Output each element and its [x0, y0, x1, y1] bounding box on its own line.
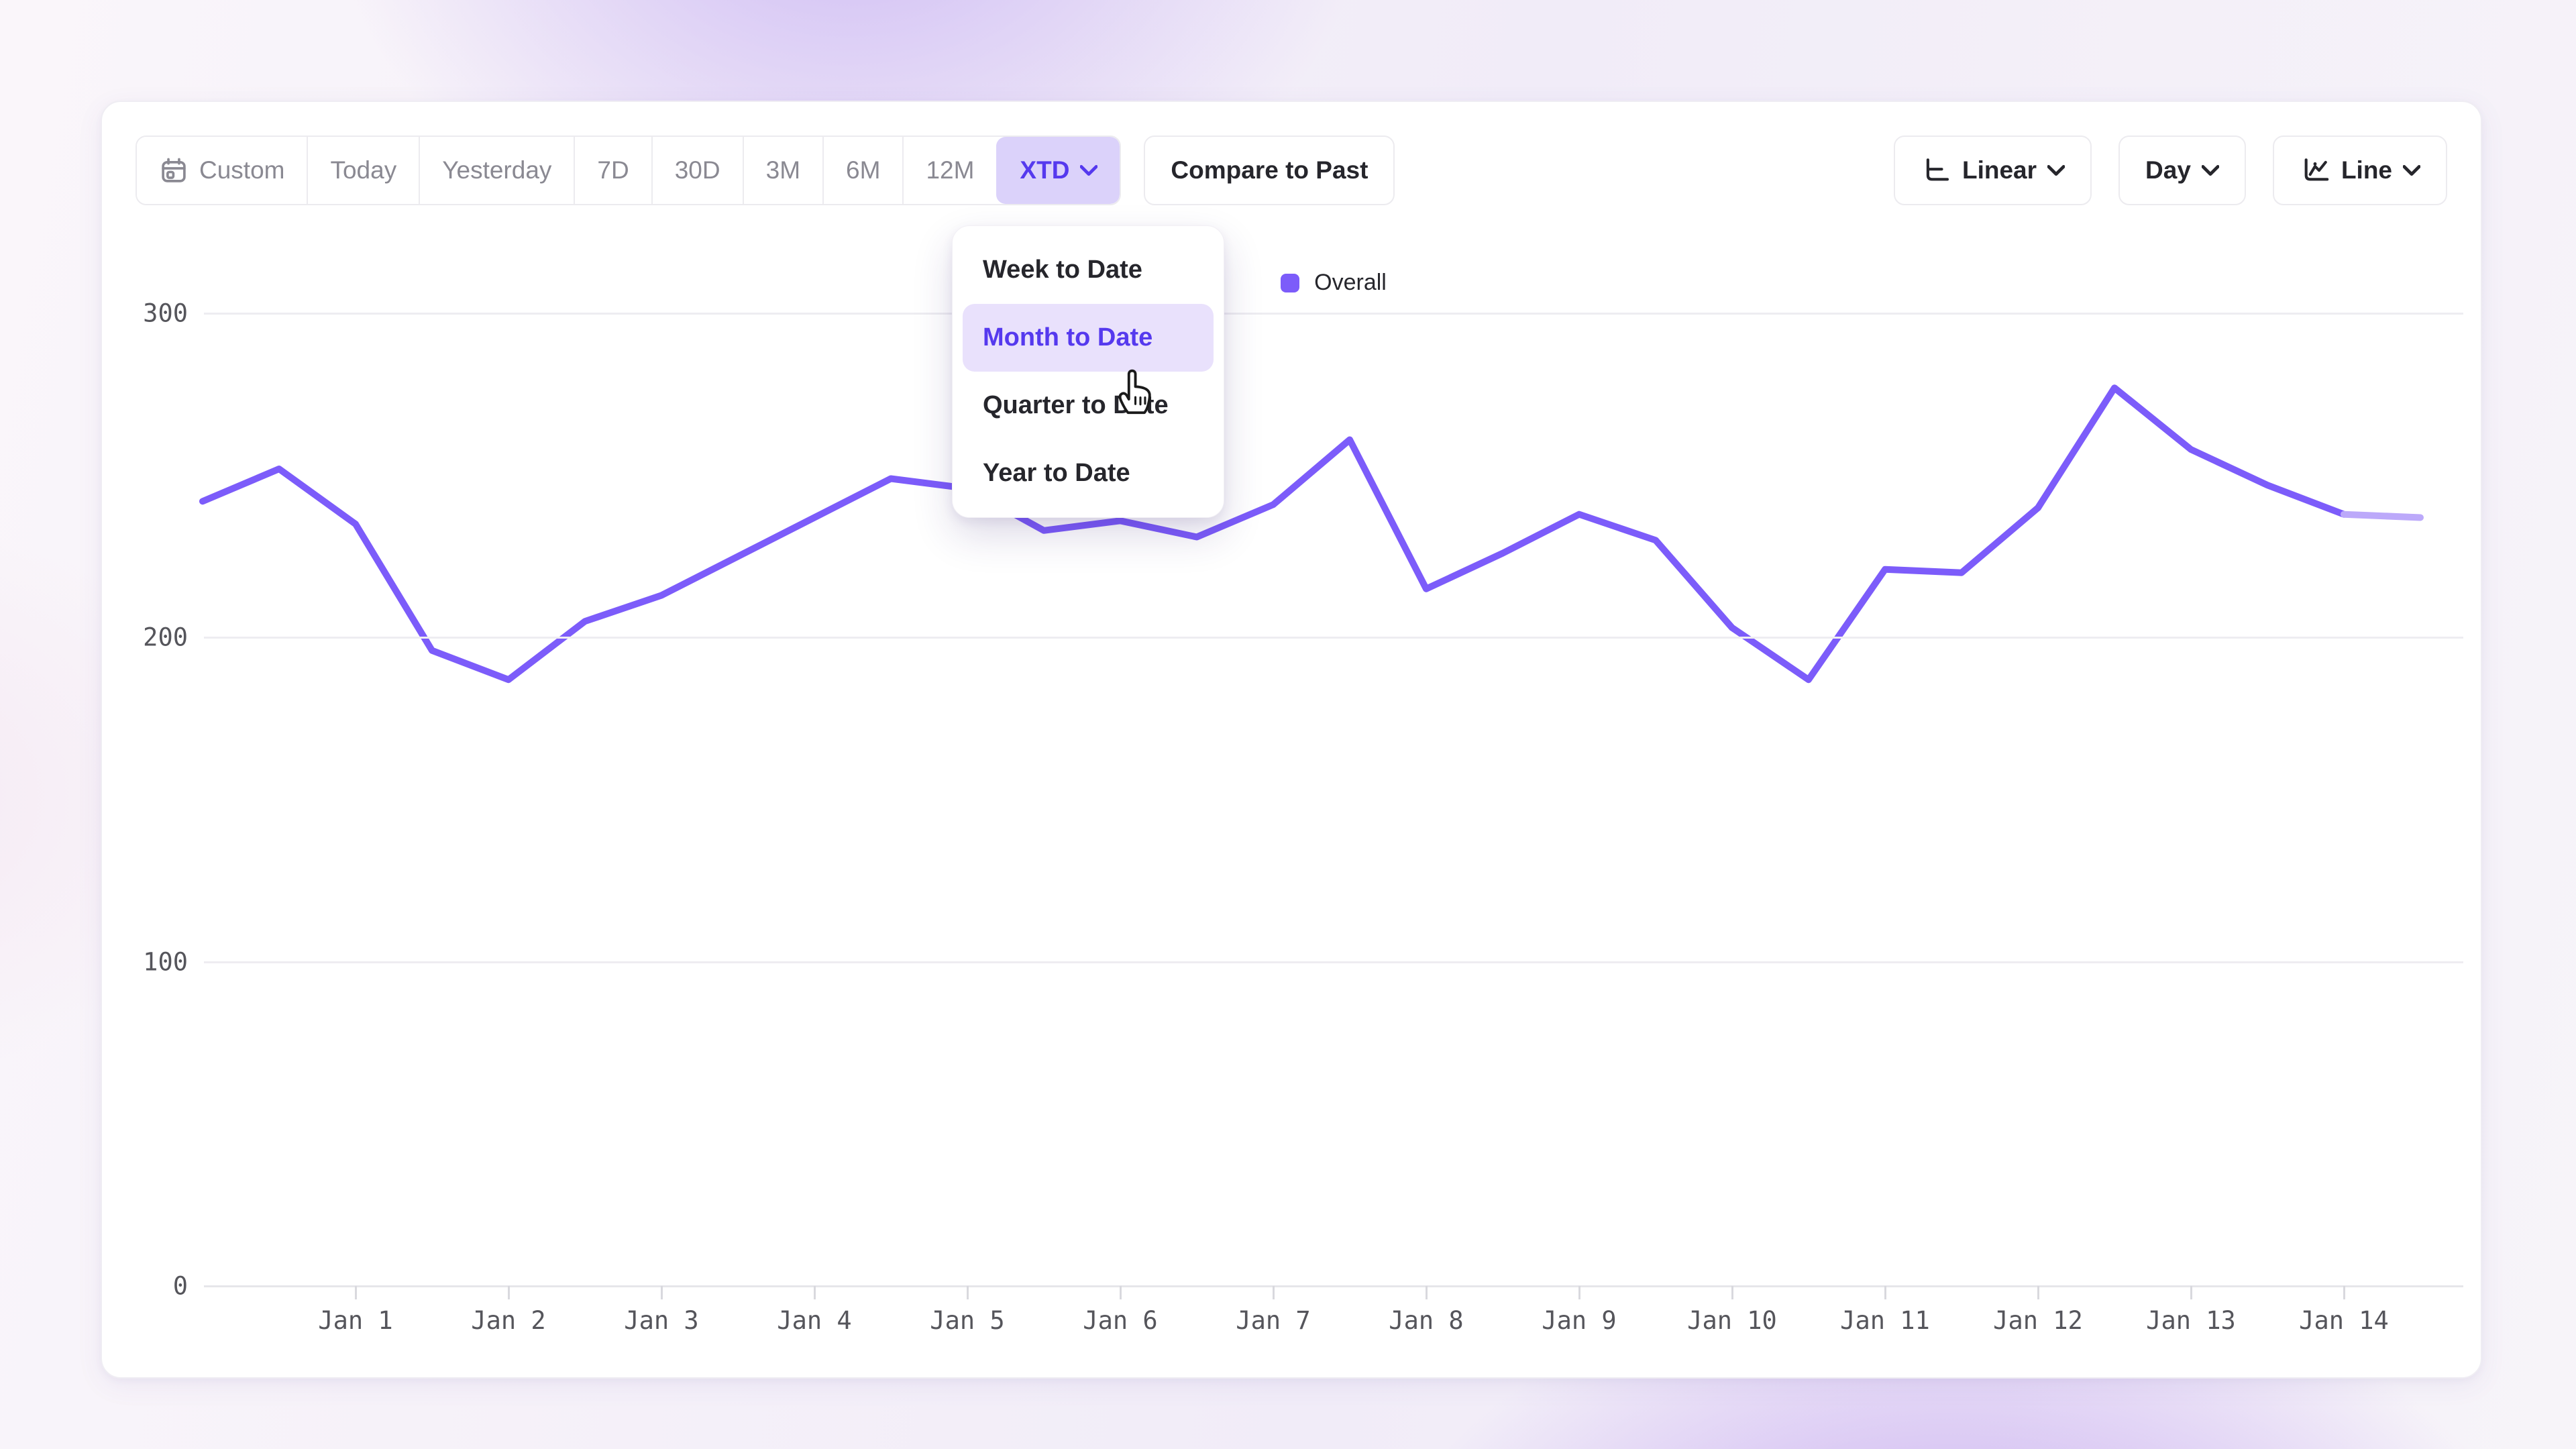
x-axis-tick-label: Jan 4 — [777, 1306, 851, 1335]
y-axis-tick-label: 100 — [102, 947, 188, 976]
x-axis-tick — [2037, 1286, 2039, 1299]
chart-type-select-button[interactable]: Line — [2273, 136, 2447, 205]
date-range-segmented-control: Custom Today Yesterday 7D 30D 3M 6M 12M … — [136, 136, 1121, 205]
x-axis-tick — [1426, 1286, 1428, 1299]
x-axis-tick-label: Jan 10 — [1687, 1306, 1777, 1335]
menu-item-year-to-date[interactable]: Year to Date — [963, 439, 1214, 507]
x-axis-tick-label: Jan 3 — [624, 1306, 698, 1335]
menu-item-week-to-date[interactable]: Week to Date — [963, 236, 1214, 304]
cursor-pointer-icon — [1114, 367, 1155, 415]
range-button-yesterday[interactable]: Yesterday — [419, 137, 574, 204]
compare-to-past-label: Compare to Past — [1171, 156, 1368, 184]
toolbar-gap — [2246, 136, 2273, 205]
range-button-7d[interactable]: 7D — [574, 137, 651, 204]
x-axis-tick-label: Jan 7 — [1236, 1306, 1310, 1335]
range-button-custom[interactable]: Custom — [137, 137, 307, 204]
range-label: Custom — [199, 156, 284, 184]
legend-label: Overall — [1314, 270, 1387, 296]
range-button-today[interactable]: Today — [307, 137, 419, 204]
menu-item-label: Week to Date — [983, 256, 1142, 284]
chevron-down-icon — [2202, 165, 2219, 176]
x-axis-tick-label: Jan 9 — [1542, 1306, 1616, 1335]
range-label: 12M — [926, 156, 974, 184]
x-axis-tick — [1731, 1286, 1733, 1299]
x-axis-tick — [967, 1286, 969, 1299]
x-axis-tick-label: Jan 12 — [1993, 1306, 2083, 1335]
y-gridline — [204, 1285, 2463, 1287]
range-label: Yesterday — [442, 156, 551, 184]
x-axis-tick-label: Jan 13 — [2146, 1306, 2236, 1335]
x-axis-tick-label: Jan 6 — [1083, 1306, 1157, 1335]
range-label: 3M — [766, 156, 800, 184]
calendar-icon — [159, 156, 189, 185]
x-axis-tick-label: Jan 14 — [2299, 1306, 2389, 1335]
x-axis-tick — [2343, 1286, 2345, 1299]
chevron-down-icon — [2047, 165, 2065, 176]
range-label: Today — [330, 156, 396, 184]
toolbar-spacer — [1395, 136, 1894, 205]
range-button-12m[interactable]: 12M — [902, 137, 996, 204]
x-axis-tick — [355, 1286, 357, 1299]
range-button-3m[interactable]: 3M — [743, 137, 822, 204]
x-axis-tick — [508, 1286, 510, 1299]
menu-item-label: Month to Date — [983, 323, 1152, 352]
x-axis-tick-label: Jan 11 — [1840, 1306, 1930, 1335]
y-axis-tick-label: 300 — [102, 299, 188, 328]
menu-item-quarter-to-date[interactable]: Quarter to Date — [963, 372, 1214, 439]
range-label: 7D — [597, 156, 629, 184]
x-axis-tick — [814, 1286, 816, 1299]
compare-to-past-button[interactable]: Compare to Past — [1144, 136, 1395, 205]
scale-label: Linear — [1962, 156, 2037, 184]
range-button-30d[interactable]: 30D — [651, 137, 743, 204]
chart-legend: Overall — [204, 270, 2463, 296]
granularity-select-button[interactable]: Day — [2118, 136, 2246, 205]
line-series-faded-tail — [2344, 515, 2420, 518]
date-range-dropdown-menu: Week to Date Month to Date Quarter to Da… — [952, 225, 1224, 518]
y-axis-tick-label: 0 — [102, 1272, 188, 1301]
y-gridline — [204, 313, 2463, 315]
x-axis-tick — [1884, 1286, 1886, 1299]
axis-linear-icon — [1921, 155, 1951, 186]
chevron-down-icon — [2403, 165, 2420, 176]
x-axis-tick — [1120, 1286, 1122, 1299]
line-chart-icon — [2300, 155, 2330, 186]
x-axis-tick — [1273, 1286, 1275, 1299]
scale-select-button[interactable]: Linear — [1894, 136, 2092, 205]
x-axis-tick — [661, 1286, 663, 1299]
y-gridline — [204, 961, 2463, 963]
toolbar-gap — [2092, 136, 2118, 205]
range-label: 6M — [846, 156, 880, 184]
menu-item-label: Year to Date — [983, 459, 1130, 488]
granularity-label: Day — [2145, 156, 2191, 184]
y-gridline — [204, 637, 2463, 639]
x-axis-tick-label: Jan 5 — [930, 1306, 1004, 1335]
menu-item-month-to-date[interactable]: Month to Date — [963, 304, 1214, 372]
x-axis-tick-label: Jan 1 — [318, 1306, 392, 1335]
legend-swatch — [1281, 274, 1299, 292]
chart-toolbar: Custom Today Yesterday 7D 30D 3M 6M 12M … — [136, 136, 2447, 205]
toolbar-gap — [1121, 136, 1144, 205]
range-button-xtd[interactable]: XTD — [996, 137, 1120, 204]
range-label: XTD — [1020, 156, 1069, 184]
x-axis-tick — [1578, 1286, 1580, 1299]
x-axis-tick — [2190, 1286, 2192, 1299]
line-series-overall — [203, 388, 2344, 680]
range-label: 30D — [675, 156, 720, 184]
chevron-down-icon — [1080, 165, 1097, 176]
y-axis-tick-label: 200 — [102, 623, 188, 652]
chart-card: 0 100 200 300 Jan 1 Jan 2 Jan 3 Jan 4 Jan 5 Jan 6… — [101, 101, 2482, 1379]
x-axis-tick-label: Jan 8 — [1389, 1306, 1463, 1335]
x-axis-tick-label: Jan 2 — [471, 1306, 545, 1335]
range-button-6m[interactable]: 6M — [822, 137, 902, 204]
chart-type-label: Line — [2341, 156, 2392, 184]
